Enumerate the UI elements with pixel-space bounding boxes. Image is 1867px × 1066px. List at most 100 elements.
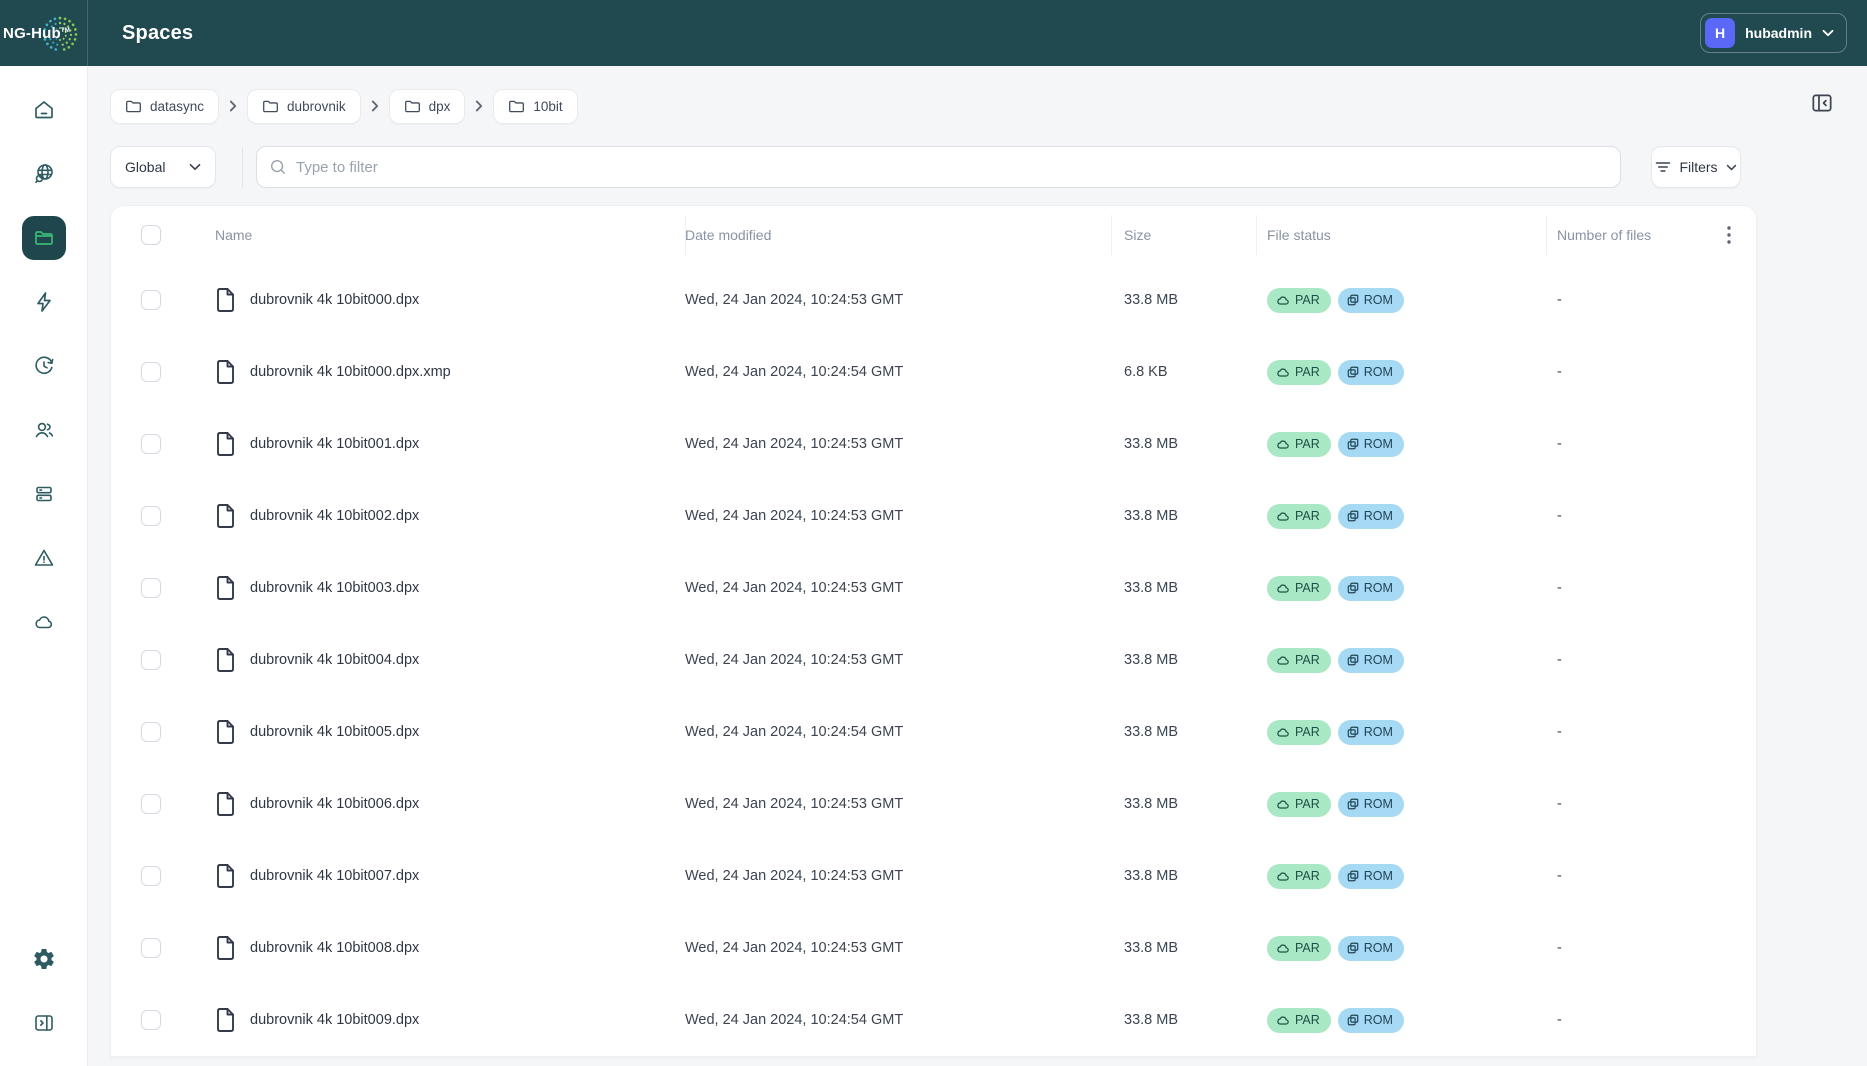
column-header-date-modified: Date modified [685,206,1111,264]
sidebar-item-home[interactable] [22,88,66,132]
file-size: 33.8 MB [1111,868,1256,884]
expand-sidebar-button[interactable] [22,1001,66,1045]
scope-select[interactable]: Global [110,146,216,188]
select-all-checkbox[interactable] [141,225,161,245]
file-icon [215,647,236,673]
search-box [256,146,1621,188]
status-badge-par: PAR [1267,288,1331,313]
file-status-cell: PAR ROM [1256,1008,1546,1033]
file-date-modified: Wed, 24 Jan 2024, 10:24:54 GMT [685,724,1111,740]
app-window: NG-HubTM Spaces H hubadmin [0,0,1867,1066]
user-avatar: H [1705,18,1735,48]
copy-icon [1347,870,1359,882]
cloud-icon [1276,583,1290,594]
folder-icon [404,99,421,114]
status-badge-rom: ROM [1338,504,1404,529]
breadcrumb-label: dpx [429,99,451,114]
page-title: Spaces [122,22,193,45]
breadcrumb-item[interactable]: dpx [389,89,466,124]
copy-icon [1347,510,1359,522]
row-checkbox[interactable] [141,1010,161,1030]
table-row[interactable]: dubrovnik 4k 10bit001.dpx Wed, 24 Jan 20… [111,408,1756,480]
status-badge-par: PAR [1267,432,1331,457]
sidebar-item-servers[interactable] [22,472,66,516]
filter-lines-icon [1655,160,1671,174]
row-checkbox[interactable] [141,362,161,382]
table-row[interactable]: dubrovnik 4k 10bit000.dpx Wed, 24 Jan 20… [111,264,1756,336]
row-checkbox[interactable] [141,506,161,526]
status-badge-rom: ROM [1338,288,1404,313]
breadcrumb-item[interactable]: 10bit [493,89,577,124]
table-row[interactable]: dubrovnik 4k 10bit008.dpx Wed, 24 Jan 20… [111,912,1756,984]
sidebar-item-history[interactable] [22,344,66,388]
file-status-cell: PAR ROM [1256,288,1546,313]
cloud-icon [1276,439,1290,450]
file-count: - [1546,364,1701,380]
sidebar-item-cloud[interactable] [22,600,66,644]
row-checkbox[interactable] [141,938,161,958]
file-date-modified: Wed, 24 Jan 2024, 10:24:53 GMT [685,508,1111,524]
expand-panel-icon [32,1011,56,1035]
table-row[interactable]: dubrovnik 4k 10bit007.dpx Wed, 24 Jan 20… [111,840,1756,912]
table-row[interactable]: dubrovnik 4k 10bit002.dpx Wed, 24 Jan 20… [111,480,1756,552]
sidebar-item-alerts[interactable] [22,536,66,580]
filters-button[interactable]: Filters [1651,146,1741,188]
user-menu-button[interactable]: H hubadmin [1700,13,1847,53]
file-icon [215,935,236,961]
file-size: 33.8 MB [1111,796,1256,812]
file-icon [215,359,236,385]
row-checkbox[interactable] [141,866,161,886]
row-checkbox[interactable] [141,650,161,670]
sidebar-item-spaces[interactable] [22,216,66,260]
sidebar-item-actions[interactable] [22,280,66,324]
file-name: dubrovnik 4k 10bit009.dpx [250,1012,419,1028]
search-input[interactable] [296,159,1608,176]
row-checkbox[interactable] [141,578,161,598]
file-name: dubrovnik 4k 10bit008.dpx [250,940,419,956]
file-status-cell: PAR ROM [1256,720,1546,745]
sidebar-item-users[interactable] [22,408,66,452]
filter-toolbar: Global [110,146,1757,188]
search-icon [269,158,287,176]
table-row[interactable]: dubrovnik 4k 10bit009.dpx Wed, 24 Jan 20… [111,984,1756,1056]
row-checkbox[interactable] [141,722,161,742]
file-count: - [1546,796,1701,812]
table-options-button[interactable] [1701,206,1756,264]
table-row[interactable]: dubrovnik 4k 10bit004.dpx Wed, 24 Jan 20… [111,624,1756,696]
top-bar: NG-HubTM Spaces H hubadmin [0,0,1867,66]
file-status-cell: PAR ROM [1256,360,1546,385]
table-body: dubrovnik 4k 10bit000.dpx Wed, 24 Jan 20… [111,264,1756,1056]
sidebar-item-explore[interactable] [22,152,66,196]
status-badge-par: PAR [1267,504,1331,529]
file-name: dubrovnik 4k 10bit003.dpx [250,580,419,596]
collapse-details-panel-button[interactable] [1808,88,1836,118]
breadcrumb: datasync dubrovnik dpx [110,88,1867,124]
file-name: dubrovnik 4k 10bit007.dpx [250,868,419,884]
brand-logo[interactable]: NG-HubTM [0,0,88,66]
filters-button-label: Filters [1679,159,1717,175]
chevron-right-icon [475,100,483,112]
row-checkbox[interactable] [141,434,161,454]
sidebar-item-settings[interactable] [22,937,66,981]
file-status-cell: PAR ROM [1256,864,1546,889]
copy-icon [1347,726,1359,738]
main-content: datasync dubrovnik dpx [88,66,1867,1066]
file-size: 33.8 MB [1111,436,1256,452]
copy-icon [1347,438,1359,450]
status-badge-rom: ROM [1338,576,1404,601]
status-badge-rom: ROM [1338,360,1404,385]
table-row[interactable]: dubrovnik 4k 10bit005.dpx Wed, 24 Jan 20… [111,696,1756,768]
row-checkbox[interactable] [141,290,161,310]
breadcrumb-item[interactable]: datasync [110,89,219,124]
breadcrumb-separator [229,100,237,112]
file-size: 33.8 MB [1111,580,1256,596]
file-date-modified: Wed, 24 Jan 2024, 10:24:53 GMT [685,436,1111,452]
table-row[interactable]: dubrovnik 4k 10bit000.dpx.xmp Wed, 24 Ja… [111,336,1756,408]
status-badge-par: PAR [1267,936,1331,961]
status-badge-rom: ROM [1338,792,1404,817]
table-row[interactable]: dubrovnik 4k 10bit006.dpx Wed, 24 Jan 20… [111,768,1756,840]
table-row[interactable]: dubrovnik 4k 10bit003.dpx Wed, 24 Jan 20… [111,552,1756,624]
breadcrumb-item[interactable]: dubrovnik [247,89,361,124]
kebab-menu-icon [1727,226,1731,244]
row-checkbox[interactable] [141,794,161,814]
